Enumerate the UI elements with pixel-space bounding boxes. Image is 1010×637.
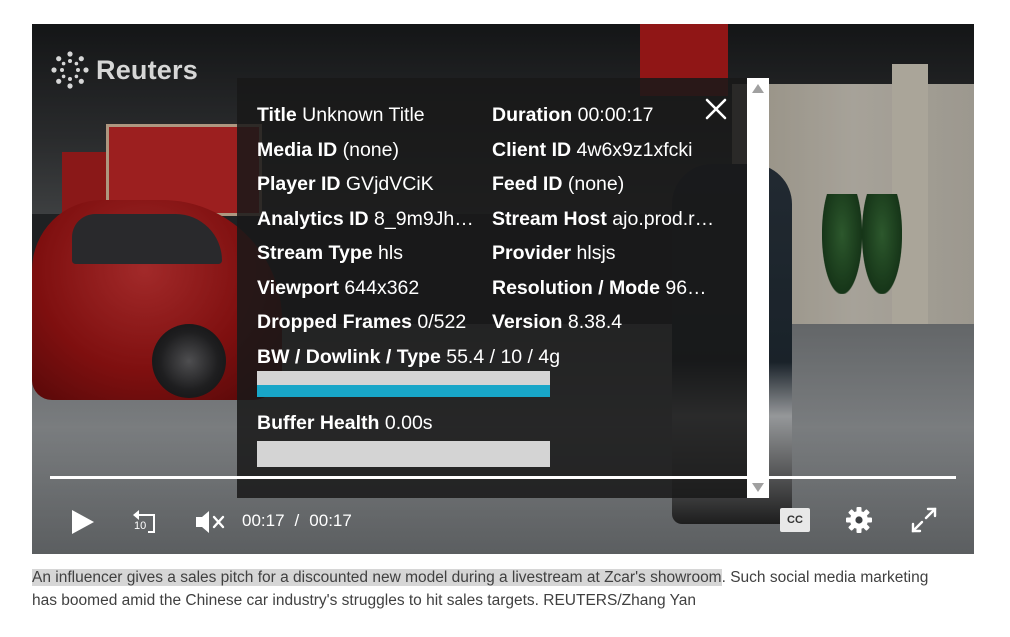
- rewind-seconds-label: 10: [134, 520, 147, 532]
- scroll-down-arrow-icon[interactable]: [751, 482, 765, 494]
- caption-highlighted-text: An influencer gives a sales pitch for a …: [32, 569, 722, 586]
- fullscreen-icon: [911, 507, 937, 533]
- stat-analytics-id: Analytics ID 8_9m9Jh…: [257, 207, 474, 230]
- player-controls: 10 00:17 / 00:17 CC: [32, 494, 974, 554]
- stats-scrollbar[interactable]: [747, 78, 769, 498]
- stats-overlay: Title Unknown Title Duration 00:00:17 Me…: [237, 78, 769, 498]
- mute-button[interactable]: [194, 508, 226, 541]
- seek-bar[interactable]: [50, 476, 956, 479]
- stats-row: Title Unknown Title Duration 00:00:17: [257, 98, 727, 133]
- stat-buffer-health: Buffer Health 0.00s: [257, 412, 433, 434]
- stats-row: Media ID (none) Client ID 4w6x9z1xfcki: [257, 133, 727, 168]
- bandwidth-bar: [257, 371, 550, 397]
- video-player[interactable]: Reuters Title Unknown Title Duration 00:…: [32, 24, 974, 554]
- stat-client-id: Client ID 4w6x9z1xfcki: [492, 138, 693, 161]
- stat-stream-type: Stream Type hls: [257, 242, 403, 264]
- stat-media-id: Media ID (none): [257, 138, 399, 161]
- reuters-logo-text: Reuters: [96, 54, 198, 85]
- bandwidth-bar-fill: [257, 385, 550, 397]
- stats-row: Viewport 644x362 Resolution / Mode 96…: [257, 271, 727, 306]
- closed-captions-button[interactable]: CC: [780, 508, 810, 532]
- stat-bandwidth: BW / Dowlink / Type 55.4 / 10 / 4g: [257, 345, 561, 368]
- total-time: 00:17: [309, 511, 352, 530]
- cc-icon: CC: [787, 514, 803, 526]
- gear-icon: [846, 507, 872, 533]
- stat-version: Version 8.38.4: [492, 311, 623, 333]
- current-time: 00:17: [242, 511, 285, 530]
- play-icon: [72, 510, 94, 534]
- stat-title: Title Unknown Title: [257, 104, 425, 126]
- settings-button[interactable]: [845, 506, 873, 539]
- stats-row: Dropped Frames 0/522 Version 8.38.4: [257, 305, 727, 340]
- stats-grid: Title Unknown Title Duration 00:00:17 Me…: [257, 98, 727, 374]
- reuters-logo: Reuters: [50, 50, 198, 90]
- stat-feed-id: Feed ID (none): [492, 173, 625, 195]
- image-caption: An influencer gives a sales pitch for a …: [32, 566, 932, 612]
- time-display: 00:17 / 00:17: [242, 511, 352, 531]
- fullscreen-button[interactable]: [910, 506, 938, 539]
- stat-resolution-mode: Resolution / Mode 96…: [492, 276, 707, 299]
- play-button[interactable]: [70, 508, 96, 541]
- stat-provider: Provider hlsjs: [492, 242, 616, 264]
- stats-row: Stream Type hls Provider hlsjs: [257, 236, 727, 271]
- volume-muted-icon: [196, 511, 225, 533]
- close-stats-button[interactable]: [703, 96, 729, 122]
- buffer-health-bar: [257, 441, 550, 467]
- stat-dropped-frames: Dropped Frames 0/522: [257, 311, 467, 333]
- stat-duration: Duration 00:00:17: [492, 104, 654, 126]
- stat-player-id: Player ID GVjdVCiK: [257, 173, 434, 195]
- stat-viewport: Viewport 644x362: [257, 276, 420, 299]
- page: Reuters Title Unknown Title Duration 00:…: [0, 0, 1010, 637]
- stat-stream-host: Stream Host ajo.prod.r…: [492, 207, 715, 230]
- stats-row: Analytics ID 8_9m9Jh… Stream Host ajo.pr…: [257, 202, 727, 237]
- scroll-up-arrow-icon[interactable]: [751, 82, 765, 94]
- time-separator: /: [294, 511, 300, 530]
- close-icon: [705, 98, 727, 120]
- reuters-logo-icon: [51, 51, 89, 89]
- stats-row: Player ID GVjdVCiK Feed ID (none): [257, 167, 727, 202]
- rewind-10-button[interactable]: 10: [130, 506, 160, 536]
